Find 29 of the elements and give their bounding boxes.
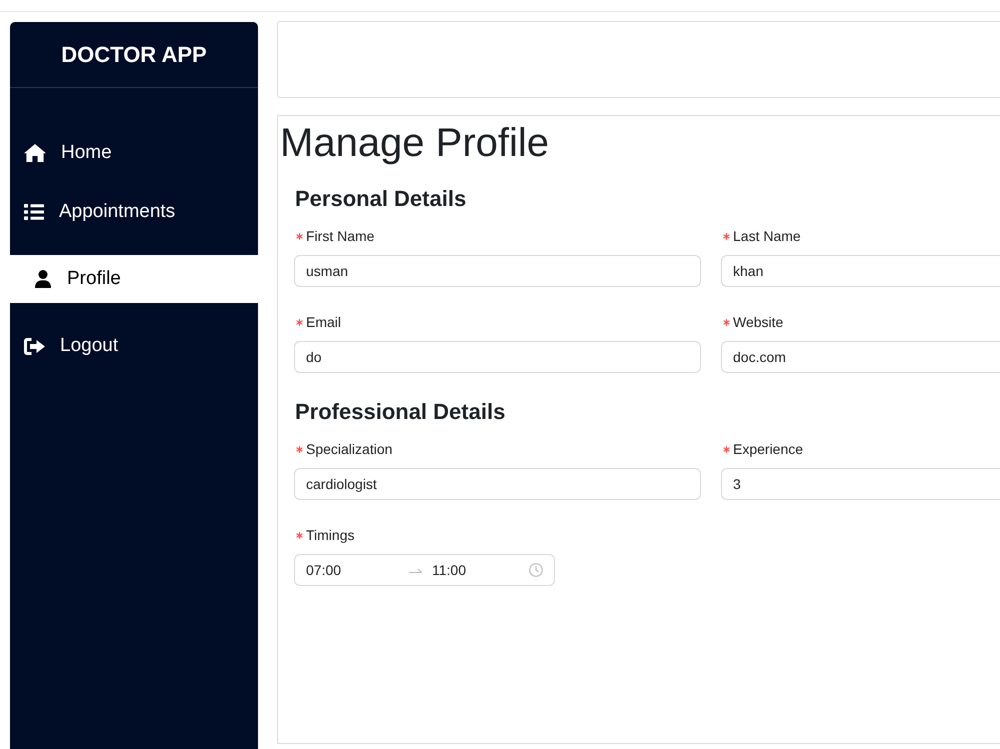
input-field[interactable]: do bbox=[294, 341, 701, 373]
field-label: Timings bbox=[306, 526, 354, 545]
list-icon bbox=[24, 204, 44, 220]
app-title: DOCTOR APP bbox=[61, 41, 207, 69]
time-range-picker[interactable]: 07:00 11:00 bbox=[294, 554, 555, 586]
field-label: First Name bbox=[306, 227, 374, 246]
page-title: Manage Profile bbox=[279, 120, 550, 167]
input-field[interactable]: khan bbox=[721, 255, 1000, 287]
field-label: Website bbox=[733, 313, 784, 332]
user-icon bbox=[35, 270, 51, 288]
input-field[interactable]: usman bbox=[294, 255, 701, 287]
field-label: Specialization bbox=[306, 440, 392, 459]
sidebar-menu-item[interactable]: Home bbox=[10, 129, 258, 177]
section-heading: Professional Details bbox=[294, 398, 506, 426]
exit-icon bbox=[24, 338, 45, 354]
input-field[interactable]: 3 bbox=[721, 468, 1000, 500]
sidebar-menu-item[interactable]: Logout bbox=[10, 322, 258, 370]
home-icon bbox=[24, 144, 46, 162]
start-time-field[interactable]: 07:00 bbox=[306, 560, 402, 580]
sidebar-menu-item[interactable]: Appointments bbox=[10, 188, 258, 236]
end-time-field[interactable]: 11:00 bbox=[432, 560, 518, 580]
section-heading: Personal Details bbox=[294, 185, 468, 213]
clock-icon bbox=[529, 563, 543, 577]
field-label: Email bbox=[306, 313, 342, 332]
field-label: Experience bbox=[733, 440, 804, 459]
sidebar-menu-item[interactable]: Profile bbox=[10, 255, 258, 303]
field-label: Last Name bbox=[733, 227, 801, 246]
input-field[interactable]: cardiologist bbox=[294, 468, 701, 500]
input-field[interactable]: doc.com bbox=[721, 341, 1000, 373]
